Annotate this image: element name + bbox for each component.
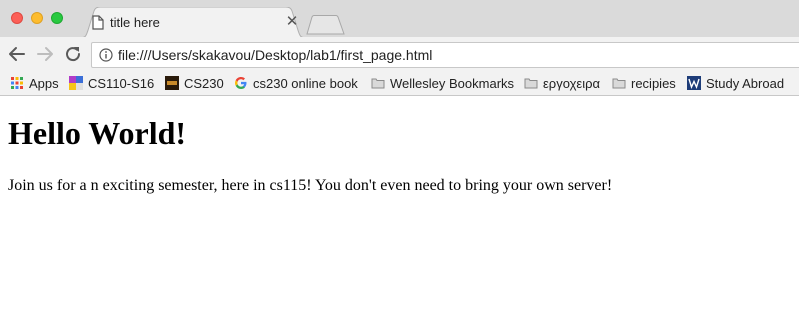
- tab-active[interactable]: title here ✕: [78, 7, 308, 38]
- bookmark-study-abroad[interactable]: Study Abroad: [687, 74, 784, 92]
- minimize-window-button[interactable]: [31, 12, 43, 24]
- bookmark-cs230-online-book[interactable]: cs230 online book: [234, 74, 358, 92]
- tab-title: title here: [110, 15, 160, 30]
- bookmarks-bar: Apps CS110-S16 CS230 cs230 online book W…: [0, 71, 799, 96]
- apps-grid-icon: [11, 77, 23, 89]
- close-window-button[interactable]: [11, 12, 23, 24]
- info-icon[interactable]: [99, 48, 113, 62]
- url-text: file:///Users/skakavou/Desktop/lab1/firs…: [118, 47, 433, 63]
- bookmark-label: εργοχειρα: [543, 75, 600, 91]
- folder-icon: [524, 78, 538, 89]
- forward-button[interactable]: [34, 43, 56, 65]
- page-heading: Hello World!: [8, 115, 187, 151]
- bookmark-wellesley[interactable]: Wellesley Bookmarks: [371, 74, 514, 92]
- bookmark-cs110[interactable]: CS110-S16: [69, 74, 154, 92]
- bookmark-ergoxeira[interactable]: εργοχειρα: [524, 74, 600, 92]
- zoom-window-button[interactable]: [51, 12, 63, 24]
- page-content: Hello World! Join us for a n exciting se…: [0, 97, 799, 325]
- new-tab-button[interactable]: [306, 15, 346, 35]
- wellesley-w-icon: [687, 76, 701, 90]
- bookmark-label: recipies: [631, 75, 676, 91]
- document-icon: [92, 15, 104, 30]
- google-icon: [235, 77, 247, 89]
- bookmark-apps[interactable]: Apps: [10, 74, 59, 92]
- address-bar[interactable]: file:///Users/skakavou/Desktop/lab1/firs…: [91, 42, 799, 68]
- page-paragraph: Join us for a n exciting semester, here …: [8, 177, 613, 194]
- bookmark-label: Apps: [29, 75, 59, 91]
- reload-button[interactable]: [62, 43, 84, 65]
- cs230-icon: [165, 76, 179, 90]
- close-tab-icon[interactable]: ✕: [285, 13, 299, 31]
- bookmark-label: Study Abroad: [706, 75, 785, 91]
- bookmark-label: CS110-S16: [88, 75, 155, 91]
- folder-icon: [612, 78, 626, 89]
- bookmark-label: cs230 online book: [253, 75, 358, 91]
- tab-strip: title here ✕: [0, 0, 799, 38]
- bookmark-label: CS230: [184, 75, 224, 91]
- bookmark-cs230[interactable]: CS230: [165, 74, 224, 92]
- toolbar: file:///Users/skakavou/Desktop/lab1/firs…: [0, 37, 799, 71]
- folder-icon: [371, 78, 385, 89]
- cs110-icon: [69, 76, 83, 90]
- back-button[interactable]: [6, 43, 28, 65]
- bookmark-recipies[interactable]: recipies: [612, 74, 676, 92]
- bookmark-label: Wellesley Bookmarks: [390, 75, 515, 91]
